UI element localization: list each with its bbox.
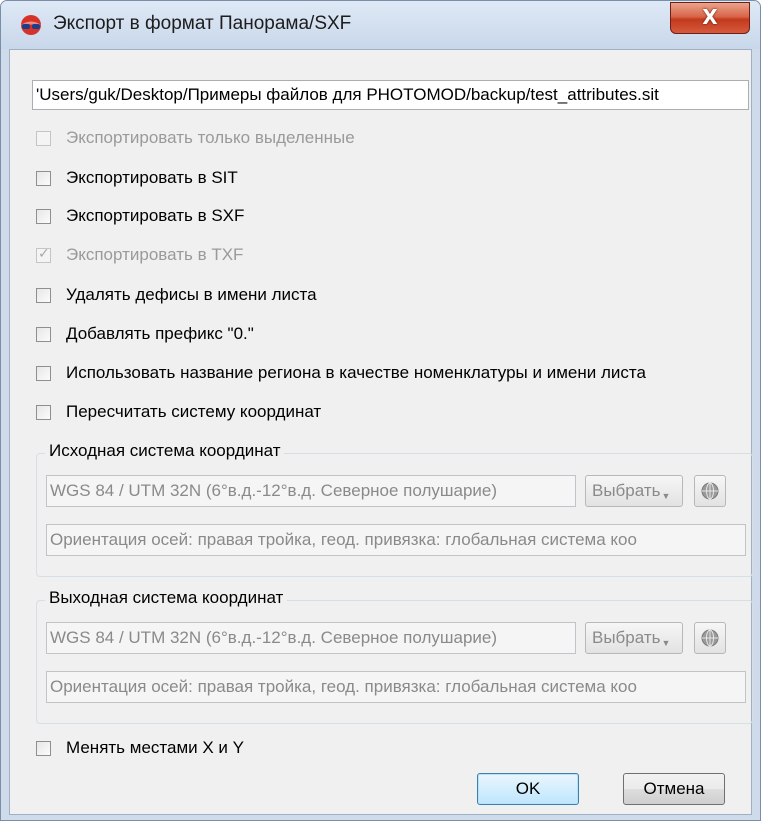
- export-dialog: Экспорт в формат Панорама/SXF X 'Users/g…: [0, 0, 761, 821]
- checkbox-box[interactable]: [36, 131, 51, 146]
- window-title: Экспорт в формат Панорама/SXF: [53, 13, 352, 34]
- checkbox-label: Использовать название региона в качестве…: [66, 363, 646, 382]
- source-cs-group: Исходная система координат WGS 84 / UTM …: [36, 441, 753, 577]
- source-cs-name-field[interactable]: WGS 84 / UTM 32N (6°в.д.-12°в.д. Северно…: [46, 475, 576, 507]
- checkbox-box[interactable]: [36, 327, 51, 342]
- choose-label: Выбрать: [592, 628, 661, 647]
- source-cs-globe-button[interactable]: [694, 475, 726, 507]
- cancel-button[interactable]: Отмена: [623, 773, 725, 805]
- checkbox-label: Экспортировать только выделенные: [66, 128, 355, 147]
- close-button[interactable]: X: [670, 2, 750, 34]
- app-icon: [21, 15, 41, 35]
- checkbox-box[interactable]: [36, 741, 51, 756]
- checkbox-label: Пересчитать систему координат: [66, 402, 322, 421]
- target-cs-choose-button[interactable]: Выбрать▼: [585, 622, 683, 654]
- checkbox-box[interactable]: ✓: [36, 246, 51, 263]
- globe-icon: [701, 629, 719, 647]
- close-icon: X: [702, 5, 718, 29]
- checkmark-icon: ✓: [38, 246, 50, 262]
- dropdown-arrow-icon: ▼: [661, 491, 671, 501]
- checkbox-label: Добавлять префикс "0.": [66, 324, 254, 343]
- checkbox-label: Экспортировать в SIT: [66, 168, 238, 187]
- source-cs-choose-button[interactable]: Выбрать▼: [585, 475, 683, 507]
- checkbox-label: Менять местами X и Y: [66, 738, 244, 757]
- target-cs-name-field[interactable]: WGS 84 / UTM 32N (6°в.д.-12°в.д. Северно…: [46, 622, 576, 654]
- dialog-body: 'Users/guk/Desktop/Примеры файлов для PH…: [9, 49, 753, 815]
- checkbox-box[interactable]: [36, 171, 51, 186]
- checkbox-box[interactable]: [36, 366, 51, 381]
- checkbox-box[interactable]: [36, 209, 51, 224]
- target-cs-info-field[interactable]: Ориентация осей: правая тройка, геод. пр…: [46, 671, 746, 703]
- target-cs-title: Выходная система координат: [45, 588, 288, 608]
- target-cs-globe-button[interactable]: [694, 622, 726, 654]
- dropdown-arrow-icon: ▼: [661, 638, 671, 648]
- checkbox-box[interactable]: [36, 288, 51, 303]
- globe-icon: [701, 482, 719, 500]
- ok-button[interactable]: OK: [477, 773, 579, 805]
- source-cs-info-field[interactable]: Ориентация осей: правая тройка, геод. пр…: [46, 524, 746, 556]
- file-path-field[interactable]: 'Users/guk/Desktop/Примеры файлов для PH…: [32, 80, 749, 110]
- checkbox-box[interactable]: [36, 405, 51, 420]
- target-cs-group: Выходная система координат WGS 84 / UTM …: [36, 588, 753, 724]
- choose-label: Выбрать: [592, 481, 661, 500]
- checkbox-label: Экспортировать в SXF: [66, 206, 245, 225]
- checkbox-label: Удалять дефисы в имени листа: [66, 285, 317, 304]
- title-bar: Экспорт в формат Панорама/SXF X: [1, 1, 760, 49]
- checkbox-label: Экспортировать в TXF: [66, 245, 244, 264]
- source-cs-title: Исходная система координат: [45, 441, 285, 461]
